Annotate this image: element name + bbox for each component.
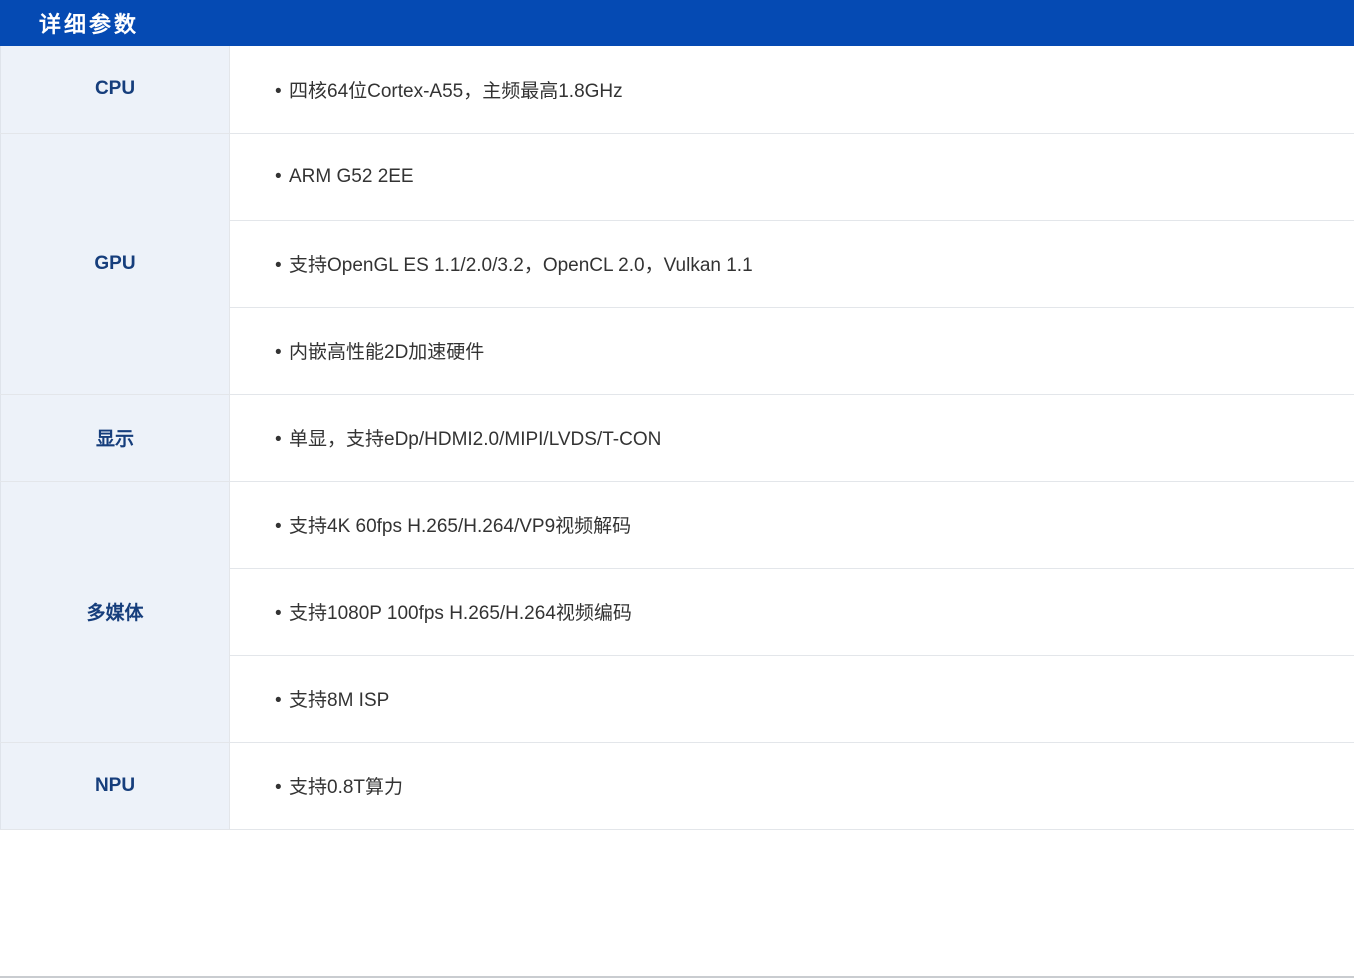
spec-value-text: 单显，支持eDp/HDMI2.0/MIPI/LVDS/T-CON <box>289 429 662 450</box>
spec-page: 详细参数 CPU • 四核64位Cortex-A55，主频最高1.8GHz GPU… <box>0 0 1354 979</box>
spec-value-text: 支持0.8T算力 <box>289 777 404 798</box>
spec-value-text: ARM G52 2EE <box>289 165 414 187</box>
spec-label-multimedia: 多媒体 <box>0 481 230 743</box>
table-row: 显示 • 单显，支持eDp/HDMI2.0/MIPI/LVDS/T-CON <box>0 394 1354 482</box>
spec-value: • 内嵌高性能2D加速硬件 <box>229 307 1354 395</box>
table-row: 多媒体 • 支持4K 60fps H.265/H.264/VP9视频解码 <box>0 481 1354 743</box>
spec-value-text: 四核64位Cortex-A55，主频最高1.8GHz <box>289 80 623 102</box>
spec-label-display: 显示 <box>0 394 230 482</box>
bullet-icon: • <box>275 429 282 450</box>
bullet-icon: • <box>275 777 282 798</box>
spec-label-npu: NPU <box>0 742 230 830</box>
table-row: CPU • 四核64位Cortex-A55，主频最高1.8GHz <box>0 46 1354 134</box>
spec-value: • 支持1080P 100fps H.265/H.264视频编码 <box>229 568 1354 656</box>
section-title: 详细参数 <box>39 12 140 38</box>
spec-value-text: 支持4K 60fps H.265/H.264/VP9视频解码 <box>289 516 632 537</box>
bullet-icon: • <box>275 516 282 537</box>
bullet-icon: • <box>275 690 282 711</box>
bullet-icon: • <box>275 342 282 363</box>
spec-value: • 支持0.8T算力 <box>229 742 1354 830</box>
spec-value-text: 内嵌高性能2D加速硬件 <box>289 342 485 363</box>
section-header: 详细参数 <box>0 0 1354 46</box>
spec-value: • 支持8M ISP <box>229 655 1354 743</box>
spec-label-gpu: GPU <box>0 133 230 395</box>
bullet-icon: • <box>275 80 282 102</box>
bullet-icon: • <box>275 255 282 276</box>
spec-label-cpu: CPU <box>0 46 230 134</box>
bullet-icon: • <box>275 603 282 624</box>
spec-table: CPU • 四核64位Cortex-A55，主频最高1.8GHz GPU • ARM… <box>0 46 1354 830</box>
spec-value-text: 支持8M ISP <box>289 690 390 711</box>
spec-value: • 支持OpenGL ES 1.1/2.0/3.2，OpenCL 2.0，Vulk… <box>229 220 1354 308</box>
spec-value-text: 支持OpenGL ES 1.1/2.0/3.2，OpenCL 2.0，Vulka… <box>289 255 753 276</box>
spec-value: • 单显，支持eDp/HDMI2.0/MIPI/LVDS/T-CON <box>229 394 1354 482</box>
table-row: GPU • ARM G52 2EE <box>0 133 1354 395</box>
table-row: NPU • 支持0.8T算力 <box>0 742 1354 830</box>
bottom-divider <box>0 976 1354 978</box>
spec-value: • 支持4K 60fps H.265/H.264/VP9视频解码 <box>229 481 1354 569</box>
spec-value: • 四核64位Cortex-A55，主频最高1.8GHz <box>229 46 1354 134</box>
spec-value: • ARM G52 2EE <box>229 133 1354 221</box>
spec-value-text: 支持1080P 100fps H.265/H.264视频编码 <box>289 603 632 624</box>
bullet-icon: • <box>275 165 282 187</box>
